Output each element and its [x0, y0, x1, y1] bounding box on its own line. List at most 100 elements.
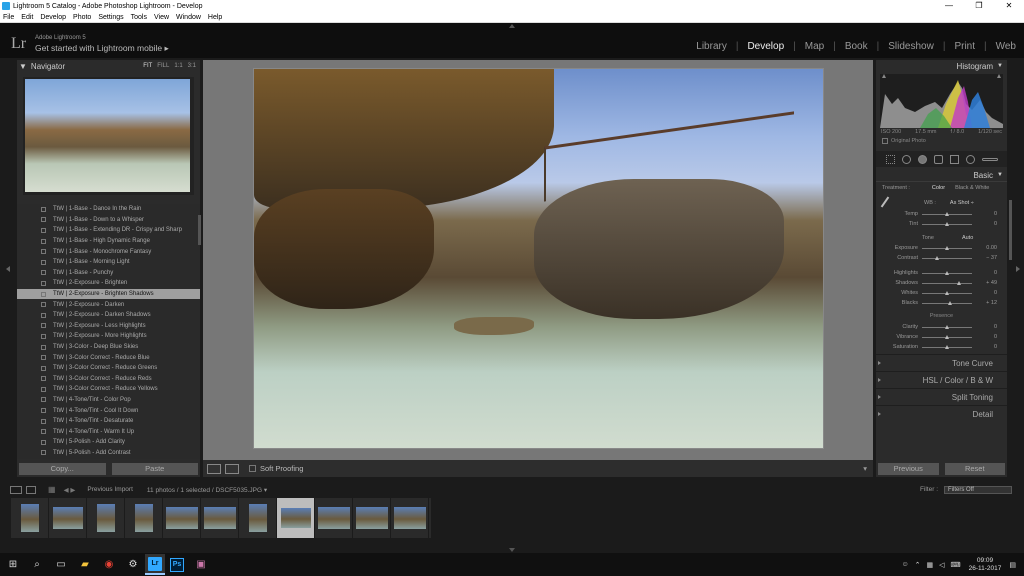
- preset-item[interactable]: TtW | 5-Polish - Add Contrast: [17, 448, 200, 459]
- slider-tint[interactable]: Tint 0: [876, 219, 1007, 229]
- slider-track[interactable]: [922, 290, 972, 295]
- slider-value[interactable]: + 49: [986, 280, 1007, 286]
- slider-value[interactable]: 0: [994, 211, 1007, 217]
- menu-file[interactable]: File: [3, 14, 14, 21]
- slider-knob[interactable]: [945, 211, 949, 216]
- slider-value[interactable]: 0.00: [986, 245, 1007, 251]
- film-thumb[interactable]: [239, 498, 277, 538]
- slider-knob[interactable]: [945, 221, 949, 226]
- file-explorer-icon[interactable]: ▰: [78, 558, 92, 572]
- main-window-icon[interactable]: [10, 485, 22, 494]
- preset-item[interactable]: TtW | 5-Polish - Add Clarity: [17, 437, 200, 448]
- split-toning-header[interactable]: Split Toning: [876, 388, 1007, 405]
- film-thumb[interactable]: [49, 498, 87, 538]
- right-panel-scrollbar[interactable]: [1009, 200, 1012, 260]
- histogram-graph[interactable]: [880, 74, 1003, 128]
- slider-temp[interactable]: Temp 0: [876, 209, 1007, 219]
- keyboard-icon[interactable]: ⌨: [950, 561, 960, 569]
- grid-overlay-icon[interactable]: [885, 154, 895, 164]
- slider-track[interactable]: [922, 211, 972, 216]
- slider-knob[interactable]: [945, 344, 949, 349]
- slider-value[interactable]: − 37: [986, 255, 1007, 261]
- preset-item[interactable]: TtW | 4-Tone/Tint - Color Pop: [17, 395, 200, 406]
- adjustment-brush-icon[interactable]: [981, 157, 998, 161]
- preset-item[interactable]: TtW | 2-Exposure - Darken: [17, 299, 200, 310]
- left-panel-toggle-icon[interactable]: [6, 266, 10, 272]
- slider-value[interactable]: 0: [994, 290, 1007, 296]
- menu-settings[interactable]: Settings: [98, 14, 123, 21]
- menu-edit[interactable]: Edit: [21, 14, 33, 21]
- slider-knob[interactable]: [948, 300, 952, 305]
- right-panel-toggle-icon[interactable]: [1016, 266, 1020, 272]
- slider-value[interactable]: 0: [994, 221, 1007, 227]
- module-book[interactable]: Book: [845, 41, 868, 52]
- top-panel-toggle-icon[interactable]: [509, 24, 515, 28]
- preset-item[interactable]: TtW | 4-Tone/Tint - Warm It Up: [17, 426, 200, 437]
- menu-develop[interactable]: Develop: [40, 14, 66, 21]
- film-thumb[interactable]: [391, 498, 429, 538]
- search-icon[interactable]: ⌕: [30, 558, 44, 572]
- slider-value[interactable]: + 12: [986, 300, 1007, 306]
- slider-knob[interactable]: [945, 290, 949, 295]
- zoom-fill[interactable]: FILL: [157, 63, 169, 69]
- slider-highlights[interactable]: Highlights 0: [876, 268, 1007, 278]
- original-photo-checkbox[interactable]: [882, 137, 888, 144]
- module-slideshow[interactable]: Slideshow: [888, 41, 934, 52]
- module-web[interactable]: Web: [996, 41, 1016, 52]
- graduated-filter-icon[interactable]: [949, 154, 959, 164]
- slider-track[interactable]: [922, 255, 972, 260]
- film-thumb[interactable]: [201, 498, 239, 538]
- tray-chevron-icon[interactable]: ⌃: [915, 561, 921, 569]
- slider-value[interactable]: 0: [994, 334, 1007, 340]
- network-icon[interactable]: ▦: [926, 561, 933, 569]
- photos-app-icon[interactable]: ▣: [194, 558, 208, 572]
- slider-track[interactable]: [922, 245, 972, 250]
- preset-item[interactable]: TtW | 4-Tone/Tint - Cool It Down: [17, 405, 200, 416]
- preset-item[interactable]: TtW | 1-Base - Punchy: [17, 268, 200, 279]
- copy-button[interactable]: Copy...: [19, 463, 106, 475]
- slider-track[interactable]: [922, 270, 972, 275]
- slider-track[interactable]: [922, 334, 972, 339]
- toolbar-menu-icon[interactable]: ▾: [863, 464, 867, 473]
- slider-whites[interactable]: Whites 0: [876, 288, 1007, 298]
- mobile-promo-link[interactable]: Get started with Lightroom mobile ▸: [35, 43, 169, 54]
- preset-item[interactable]: TtW | 2-Exposure - Brighten: [17, 278, 200, 289]
- preset-item[interactable]: TtW | 4-Tone/Tint - Desaturate: [17, 416, 200, 427]
- slider-blacks[interactable]: Blacks + 12: [876, 298, 1007, 308]
- nav-arrows-icon[interactable]: ◀ ▶: [64, 486, 76, 494]
- photo-canvas[interactable]: [203, 60, 873, 460]
- people-icon[interactable]: ☺: [901, 561, 908, 568]
- chrome-icon[interactable]: ◉: [102, 558, 116, 572]
- slider-knob[interactable]: [957, 280, 961, 285]
- second-window-icon[interactable]: [26, 485, 36, 494]
- shadow-clipping-icon[interactable]: [882, 74, 886, 78]
- preset-item[interactable]: TtW | 1-Base - Dance In the Rain: [17, 204, 200, 215]
- film-thumb[interactable]: [87, 498, 125, 538]
- navigator-header[interactable]: ▼ Navigator FIT FILL 1:1 3:1: [17, 60, 200, 72]
- notifications-icon[interactable]: ▤: [1009, 561, 1016, 569]
- filter-dropdown[interactable]: Filters Off: [944, 485, 1012, 494]
- settings-gear-icon[interactable]: ⚙: [126, 558, 140, 572]
- slider-contrast[interactable]: Contrast − 37: [876, 253, 1007, 263]
- photoshop-taskbar-icon[interactable]: Ps: [170, 557, 184, 572]
- highlight-clipping-icon[interactable]: [997, 74, 1001, 78]
- photo-count[interactable]: 11 photos / 1 selected / DSCF5035.JPG ▾: [147, 486, 267, 494]
- slider-track[interactable]: [922, 344, 972, 349]
- slider-track[interactable]: [922, 324, 972, 329]
- spot-removal-icon[interactable]: [917, 154, 927, 164]
- preset-item[interactable]: TtW | 2-Exposure - Less Highlights: [17, 321, 200, 332]
- original-photo-row[interactable]: Original Photo: [876, 136, 1007, 145]
- maximize-button[interactable]: ❐: [964, 0, 994, 12]
- soft-proofing-checkbox[interactable]: [249, 465, 256, 472]
- film-thumb[interactable]: [11, 498, 49, 538]
- preset-item[interactable]: TtW | 3-Color - Deep Blue Skies: [17, 342, 200, 353]
- film-thumb[interactable]: [315, 498, 353, 538]
- preset-item[interactable]: TtW | 2-Exposure - Brighten Shadows: [17, 288, 200, 300]
- preset-item[interactable]: TtW | 1-Base - Down to a Whisper: [17, 215, 200, 226]
- menu-view[interactable]: View: [154, 14, 169, 21]
- source-label[interactable]: Previous Import: [87, 486, 133, 493]
- treatment-bw[interactable]: Black & White: [955, 185, 989, 191]
- slider-value[interactable]: 0: [994, 324, 1007, 330]
- preset-item[interactable]: TtW | 3-Color Correct - Reduce Greens: [17, 363, 200, 374]
- slider-shadows[interactable]: Shadows + 49: [876, 278, 1007, 288]
